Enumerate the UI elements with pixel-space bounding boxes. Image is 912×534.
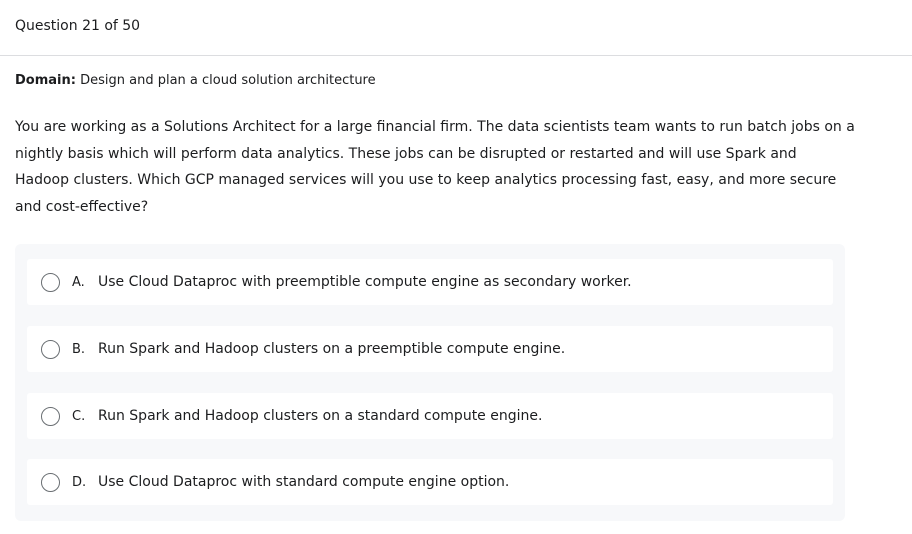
- answer-option-a[interactable]: A. Use Cloud Dataproc with preemptible c…: [27, 259, 833, 305]
- domain-value: Design and plan a cloud solution archite…: [80, 73, 376, 88]
- radio-button-b[interactable]: [41, 339, 60, 359]
- option-text: Use Cloud Dataproc with preemptible comp…: [98, 274, 632, 290]
- option-text: Use Cloud Dataproc with standard compute…: [98, 474, 510, 490]
- radio-button-d[interactable]: [41, 472, 60, 492]
- option-text: Run Spark and Hadoop clusters on a stand…: [98, 408, 543, 424]
- answer-option-d[interactable]: D. Use Cloud Dataproc with standard comp…: [27, 459, 833, 505]
- option-letter: D.: [72, 474, 87, 490]
- domain-line: Domain: Design and plan a cloud solution…: [15, 73, 376, 88]
- radio-button-c[interactable]: [41, 406, 60, 426]
- radio-button-a[interactable]: [41, 272, 60, 292]
- question-text: You are working as a Solutions Architect…: [15, 119, 855, 215]
- answer-options: A. Use Cloud Dataproc with preemptible c…: [15, 244, 845, 521]
- domain-label: Domain:: [15, 73, 76, 88]
- option-letter: B.: [72, 341, 86, 357]
- answer-option-c[interactable]: C. Run Spark and Hadoop clusters on a st…: [27, 393, 833, 439]
- option-text: Run Spark and Hadoop clusters on a preem…: [98, 341, 566, 357]
- question-counter: Question 21 of 50: [15, 17, 141, 34]
- option-letter: A.: [72, 274, 85, 290]
- question-header: Question 21 of 50: [0, 0, 912, 56]
- answer-option-b[interactable]: B. Run Spark and Hadoop clusters on a pr…: [27, 326, 833, 372]
- option-letter: C.: [72, 408, 86, 424]
